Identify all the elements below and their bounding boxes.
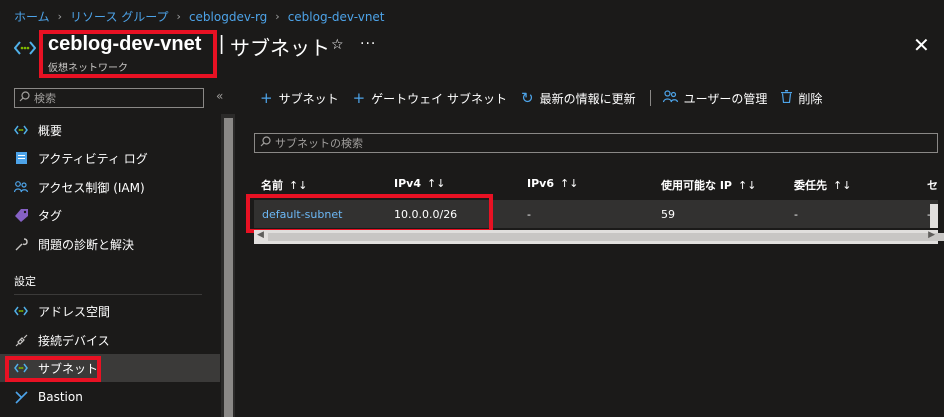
section-divider (14, 294, 202, 295)
vnet-icon (14, 304, 28, 318)
search-icon (260, 136, 271, 150)
cell-ipv6: - (527, 208, 531, 221)
subnet-search-input[interactable]: サブネットの検索 (254, 133, 938, 153)
sort-icon: ↑↓ (737, 179, 757, 192)
sidebar-item-address-space[interactable]: アドレス空間 (0, 297, 220, 325)
manage-users-label: ユーザーの管理 (683, 91, 768, 106)
resource-type: 仮想ネットワーク (48, 63, 128, 74)
refresh-icon: ↻ (521, 89, 534, 107)
wrench-icon (14, 237, 28, 251)
column-header-name[interactable]: 名前 ↑↓ (261, 177, 307, 193)
close-icon[interactable]: ✕ (913, 33, 930, 57)
sidebar-item-iam[interactable]: アクセス制御 (IAM) (0, 173, 220, 201)
sidebar-item-label: 概要 (38, 123, 63, 138)
breadcrumb: ホーム › リソース グループ › ceblogdev-rg › ceblog-… (14, 8, 385, 25)
scroll-right-icon[interactable]: ▶ (928, 230, 935, 240)
refresh-label: 最新の情報に更新 (539, 91, 636, 106)
vnet-icon (13, 40, 37, 59)
column-header-label: 委任先 (794, 179, 827, 192)
horizontal-scroll-thumb[interactable] (268, 233, 944, 241)
breadcrumb-vnet[interactable]: ceblog-dev-vnet (288, 10, 385, 24)
plus-icon: + (352, 89, 366, 107)
favorite-star-icon[interactable]: ☆ (331, 37, 344, 53)
subnet-search-placeholder: サブネットの検索 (275, 137, 363, 150)
sidebar-item-label: タグ (38, 208, 63, 223)
column-header-delegation[interactable]: 委任先 ↑↓ (794, 177, 851, 193)
more-options-icon[interactable]: ··· (360, 36, 376, 52)
column-header-label: IPv6 (527, 177, 554, 190)
add-gateway-subnet-button[interactable]: + ゲートウェイ サブネット (353, 89, 507, 107)
sidebar-item-connected-devices[interactable]: 接続デバイス (0, 326, 220, 354)
sidebar-item-label: アクセス制御 (IAM) (38, 180, 145, 195)
chevron-right-icon: › (57, 10, 63, 23)
sidebar-item-diagnose[interactable]: 問題の診断と解決 (0, 230, 220, 258)
highlight-box (246, 194, 493, 233)
cell-delegation: - (794, 208, 798, 221)
chevron-right-icon: › (275, 10, 280, 23)
column-header-label: IPv4 (394, 177, 421, 190)
cell-available-ip: 59 (661, 208, 675, 221)
vnet-icon (14, 123, 28, 137)
column-header-label: セ (927, 179, 938, 192)
sort-icon: ↑↓ (833, 179, 852, 192)
sidebar-item-bastion[interactable]: Bastion (0, 383, 220, 411)
column-header-ipv4[interactable]: IPv4 ↑↓ (394, 177, 445, 190)
column-header-label: 名前 (261, 179, 283, 192)
breadcrumb-rg[interactable]: ceblogdev-rg (189, 10, 267, 24)
sort-icon: ↑↓ (289, 179, 308, 192)
sidebar-search-input[interactable]: 検索 (14, 88, 204, 108)
resource-name: ceblog-dev-vnet (48, 33, 202, 55)
sidebar-item-tags[interactable]: タグ (0, 201, 220, 229)
table-horizontal-scrollbar[interactable]: ◀ ▶ (254, 230, 944, 244)
breadcrumb-resource-groups[interactable]: リソース グループ (70, 8, 169, 25)
add-subnet-label: サブネット (278, 91, 339, 106)
highlight-box (5, 356, 101, 382)
add-gateway-subnet-label: ゲートウェイ サブネット (371, 91, 507, 106)
command-bar: + サブネット + ゲートウェイ サブネット ↻ 最新の情報に更新 ユーザーの管… (260, 89, 836, 107)
delete-button[interactable]: 削除 (781, 89, 822, 107)
column-header-label: 使用可能な IP (661, 179, 732, 192)
collapse-sidebar-icon[interactable]: « (216, 89, 223, 103)
users-icon (662, 89, 678, 107)
sidebar-item-activity-log[interactable]: アクティビティ ログ (0, 144, 220, 172)
sidebar-item-label: 問題の診断と解決 (38, 237, 135, 252)
search-icon (19, 91, 30, 105)
refresh-button[interactable]: ↻ 最新の情報に更新 (521, 89, 636, 107)
sidebar-item-label: 接続デバイス (38, 333, 110, 348)
title-separator: | (219, 33, 225, 55)
sidebar-search-placeholder: 検索 (34, 92, 56, 105)
sort-icon: ↑↓ (426, 177, 446, 190)
sidebar-item-overview[interactable]: 概要 (0, 116, 220, 144)
trash-icon (781, 89, 793, 107)
toolbar-divider (649, 90, 651, 106)
sidebar-scroll-thumb[interactable] (224, 118, 233, 417)
page-title: サブネット (230, 38, 330, 60)
column-header-ipv6[interactable]: IPv6 ↑↓ (527, 177, 578, 190)
activity-log-icon (14, 151, 28, 165)
settings-section-label: 設定 (14, 275, 36, 288)
tag-icon (14, 208, 28, 222)
breadcrumb-home[interactable]: ホーム (14, 8, 50, 25)
table-vertical-scrollbar[interactable] (930, 204, 938, 228)
chevron-right-icon: › (176, 10, 181, 23)
sidebar-item-label: アドレス空間 (38, 304, 111, 319)
sidebar-item-label: アクティビティ ログ (38, 151, 148, 166)
manage-users-button[interactable]: ユーザーの管理 (662, 89, 768, 107)
column-header-more[interactable]: セ (927, 177, 938, 193)
bastion-icon (14, 390, 28, 404)
plug-icon (14, 333, 28, 347)
plus-icon: + (260, 89, 273, 107)
add-subnet-button[interactable]: + サブネット (260, 89, 339, 107)
column-header-available-ip[interactable]: 使用可能な IP ↑↓ (661, 177, 756, 193)
iam-icon (14, 180, 28, 194)
delete-label: 削除 (798, 91, 823, 106)
sort-icon: ↑↓ (559, 177, 579, 190)
scroll-left-icon[interactable]: ◀ (257, 230, 264, 240)
sidebar-item-label: Bastion (38, 390, 83, 404)
